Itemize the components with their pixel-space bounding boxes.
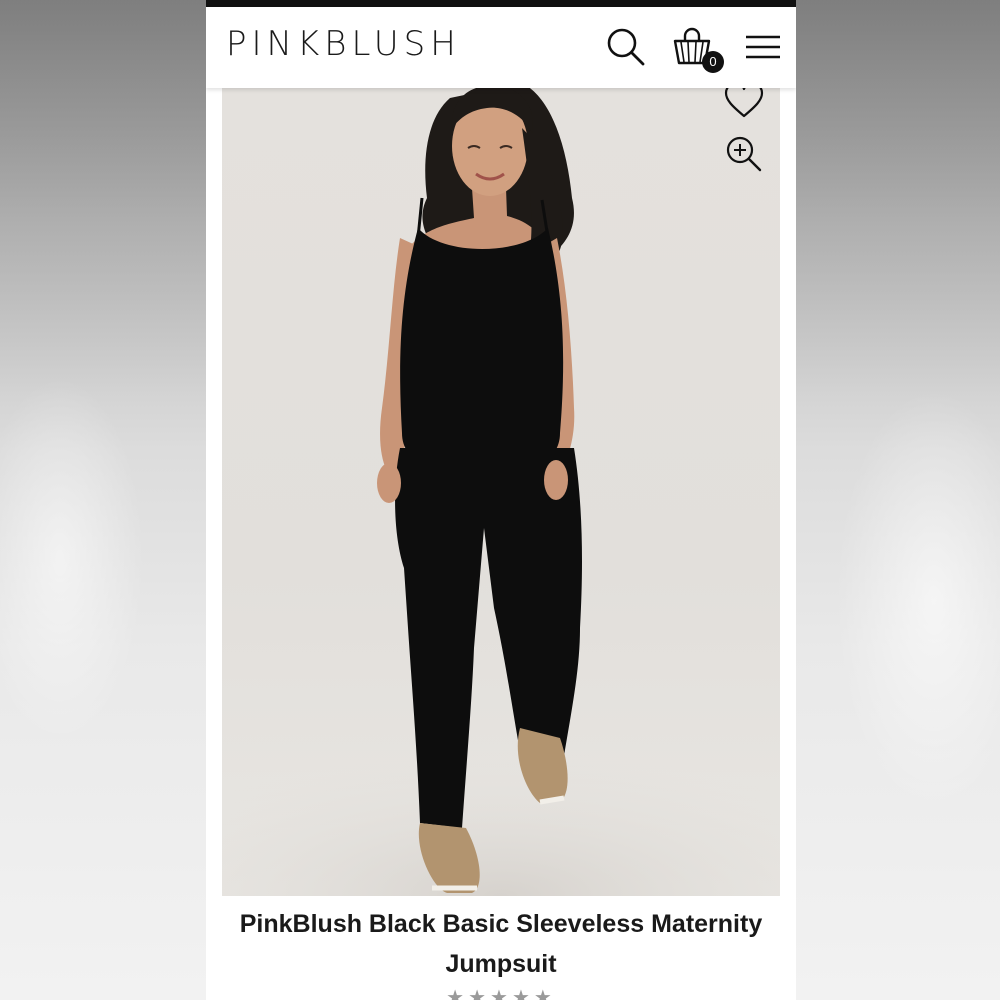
heart-icon[interactable] [722, 88, 766, 122]
search-icon[interactable] [604, 25, 648, 69]
zoom-in-icon[interactable] [724, 134, 764, 174]
hamburger-menu-icon[interactable] [741, 25, 785, 69]
brand-logo[interactable]: PINKBLUSH [226, 24, 461, 64]
site-header: PINKBLUSH 0 [206, 7, 796, 88]
mobile-screen: PINKBLUSH 0 PinkBlush Black Basic Sleeve… [206, 0, 796, 1000]
status-bar [206, 0, 796, 7]
rating-stars[interactable]: ★★★★★ [206, 988, 796, 1000]
product-photo[interactable] [222, 88, 780, 896]
cart-count-badge[interactable]: 0 [702, 51, 724, 73]
model-illustration [222, 88, 780, 896]
product-title: PinkBlush Black Basic Sleeveless Materni… [239, 910, 763, 978]
